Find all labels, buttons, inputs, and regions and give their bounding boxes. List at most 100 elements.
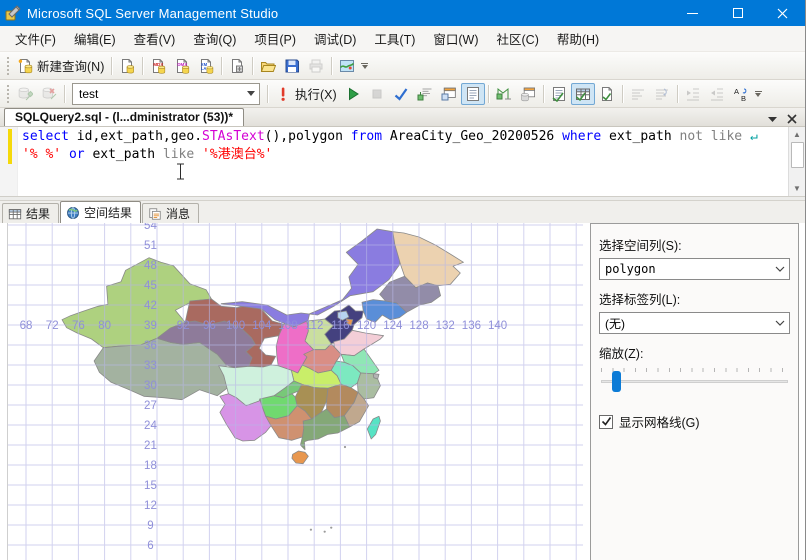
scroll-down-icon[interactable]: ▼	[789, 181, 805, 196]
editor-scrollbar[interactable]: ▲ ▼	[788, 127, 805, 196]
x-axis-label: 100	[226, 320, 245, 332]
analysis-query-icon[interactable]	[225, 55, 249, 77]
menu-bar: 文件(F) 编辑(E) 查看(V) 查询(Q) 项目(P) 调试(D) 工具(T) 窗口(W)…	[0, 26, 805, 52]
code-line: '% %' or ext_path like '%港澳台%'	[22, 147, 273, 162]
toolbar-standard: 新建查询(N) MDX DMX XM LA	[0, 52, 805, 80]
spatial-column-select[interactable]: polygon	[599, 258, 790, 280]
activity-monitor-icon[interactable]	[335, 55, 359, 77]
y-axis-label: 24	[144, 420, 157, 432]
y-axis-label: 54	[144, 223, 157, 232]
menu-item[interactable]: 工具(T)	[365, 25, 424, 52]
zoom-slider-thumb[interactable]	[611, 371, 621, 392]
scrollbar-thumb[interactable]	[790, 142, 804, 168]
uncomment-icon[interactable]	[650, 83, 674, 105]
menu-item[interactable]: 编辑(E)	[65, 25, 125, 52]
toolbar-separator	[221, 56, 223, 75]
x-axis-label: 68	[20, 320, 33, 332]
close-button[interactable]	[760, 0, 805, 26]
menu-item[interactable]: 项目(P)	[245, 25, 305, 52]
tab-results[interactable]: 结果	[2, 203, 60, 223]
close-document-icon[interactable]	[787, 114, 797, 124]
tab-messages[interactable]: 消息	[142, 203, 200, 223]
results-to-file-icon[interactable]	[595, 83, 619, 105]
y-axis-label: 30	[144, 380, 157, 392]
comment-icon[interactable]	[626, 83, 650, 105]
open-file-icon[interactable]	[256, 55, 280, 77]
checkmark-icon	[601, 417, 611, 426]
toolbar-grip[interactable]	[5, 84, 10, 103]
editor-gutter	[0, 127, 18, 196]
scroll-up-icon[interactable]: ▲	[789, 127, 805, 142]
change-connection-icon[interactable]	[37, 83, 61, 105]
database-combobox[interactable]: test	[72, 82, 260, 105]
debug-icon[interactable]	[341, 83, 365, 105]
x-axis-label: 80	[98, 320, 111, 332]
menu-item[interactable]: 文件(F)	[6, 25, 65, 52]
template-parameters-icon[interactable]: AB	[729, 83, 753, 105]
toolbar-grip[interactable]	[5, 56, 10, 75]
menu-item[interactable]: 查看(V)	[125, 25, 185, 52]
menu-item[interactable]: 社区(C)	[488, 25, 548, 52]
y-axis-label: 48	[144, 260, 157, 272]
label-column-label: 选择标签列(L):	[599, 293, 681, 307]
results-to-grid-icon[interactable]	[570, 82, 595, 105]
label-column-value: (无)	[605, 316, 625, 331]
y-axis-label: 21	[144, 440, 157, 452]
indent-icon[interactable]	[705, 83, 729, 105]
map-island-dot	[330, 526, 333, 529]
x-axis-label: 108	[278, 320, 297, 332]
new-query-button[interactable]: 新建查询(N)	[13, 53, 108, 78]
code-area[interactable]: select id,ext_path,geo.STAsText(),polygo…	[18, 127, 788, 196]
results-to-text-icon[interactable]	[547, 83, 571, 105]
toolbar-overflow-button[interactable]	[754, 90, 762, 97]
application-window: Microsoft SQL Server Management Studio 文…	[0, 0, 806, 560]
svg-text:A: A	[734, 87, 739, 96]
cancel-query-icon[interactable]	[365, 83, 389, 105]
minimize-button[interactable]	[670, 0, 715, 26]
sql-editor[interactable]: select id,ext_path,geo.STAsText(),polygo…	[0, 127, 805, 197]
parse-icon[interactable]	[389, 83, 413, 105]
y-axis-label: 9	[147, 520, 153, 532]
map-region-hainan	[291, 450, 309, 465]
x-axis-label: 140	[488, 320, 507, 332]
label-column-select[interactable]: (无)	[599, 312, 790, 334]
change-tracking-bar	[8, 129, 12, 164]
toolbar-overflow-button[interactable]	[361, 62, 369, 69]
show-estimated-plan-icon[interactable]	[460, 82, 485, 105]
connect-icon[interactable]	[13, 83, 37, 105]
show-gridlines-checkbox[interactable]	[599, 414, 613, 429]
maximize-button[interactable]	[715, 0, 760, 26]
tab-spatial-results[interactable]: 空间结果	[60, 201, 142, 223]
maximize-icon	[732, 8, 743, 18]
dmx-query-icon[interactable]: DMX	[170, 55, 194, 77]
toolbar-separator	[676, 84, 678, 103]
mdx-query-icon[interactable]: MDX	[146, 55, 170, 77]
print-icon[interactable]	[304, 55, 328, 77]
document-tab[interactable]: SQLQuery2.sql - (l...dministrator (53))*	[4, 108, 245, 126]
intellisense-icon[interactable]	[437, 83, 461, 105]
show-gridlines-row: 显示网格线(G)	[599, 412, 790, 431]
x-axis-label: 76	[72, 320, 85, 332]
x-axis-label: 116	[331, 320, 349, 332]
xmla-query-icon[interactable]: XM LA	[194, 55, 218, 77]
x-axis-label: 112	[305, 320, 323, 332]
query-options-icon[interactable]	[413, 83, 437, 105]
zoom-slider[interactable]	[601, 368, 788, 398]
menu-item[interactable]: 查询(Q)	[184, 25, 245, 52]
y-axis-label: 42	[144, 300, 157, 312]
client-statistics-icon[interactable]	[516, 83, 540, 105]
zoom-slider-track[interactable]	[601, 380, 788, 383]
map-viewport[interactable]: 68 72 76 80 92 96 100 104 108 112 116 120 124 128 132 1…	[7, 220, 583, 560]
new-database-query-icon[interactable]	[115, 55, 139, 77]
execute-icon	[281, 87, 285, 101]
save-icon[interactable]	[280, 55, 304, 77]
menu-item[interactable]: 调试(D)	[305, 25, 365, 52]
map-island-dot	[323, 530, 326, 533]
tab-list-dropdown-icon[interactable]	[768, 116, 777, 122]
outdent-icon[interactable]	[681, 83, 705, 105]
menu-item[interactable]: 窗口(W)	[424, 25, 487, 52]
menu-item[interactable]: 帮助(H)	[548, 25, 608, 52]
actual-plan-icon[interactable]	[492, 83, 516, 105]
database-combobox-dropdown[interactable]	[242, 84, 259, 104]
execute-button[interactable]: 执行(X)	[271, 81, 341, 106]
